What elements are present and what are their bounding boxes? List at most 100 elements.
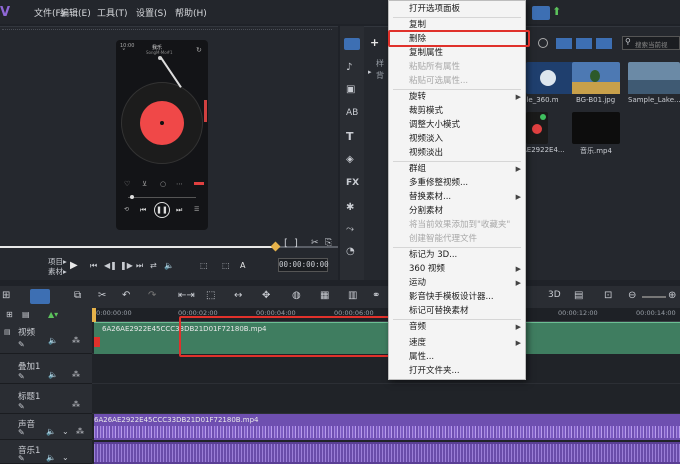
3d-icon[interactable]: 3D (548, 290, 561, 300)
mark-in-icon[interactable]: [ (284, 238, 288, 249)
track-fx-icon[interactable]: ⁂ (76, 427, 84, 436)
menu-item-crop-mode[interactable]: 裁剪模式 (389, 104, 525, 118)
graphics-icon[interactable]: ◈ (346, 154, 354, 165)
title-icon[interactable]: T (346, 130, 354, 143)
track-fx-icon[interactable]: ⁂ (72, 400, 80, 409)
menu-edit[interactable]: 编辑(E) (60, 6, 91, 19)
go-start-icon[interactable]: ⏮ (90, 261, 97, 271)
track-mute-icon[interactable]: 🔈 (48, 336, 58, 345)
crop-icon[interactable]: ⬚ (206, 290, 215, 301)
clip-mode-label[interactable]: 素材▸ (48, 266, 67, 277)
menu-item-split-clip[interactable]: 分割素材 (389, 204, 525, 218)
subtitle-icon[interactable]: ▤ (574, 290, 583, 301)
undo-icon[interactable]: ↶ (122, 290, 130, 301)
track-overlay[interactable] (92, 354, 680, 384)
menu-item-fade-out[interactable]: 视频淡出 (389, 146, 525, 160)
move-icon[interactable]: ✥ (262, 290, 270, 301)
menu-item-360-video[interactable]: 360 视频 (389, 262, 525, 276)
track-title[interactable] (92, 384, 680, 414)
tree-expand-icon[interactable]: ▸ (368, 68, 372, 76)
menu-settings[interactable]: 设置(S) (136, 6, 167, 19)
go-end-icon[interactable]: ⏭ (136, 261, 143, 271)
thumb-music-mp4[interactable] (572, 112, 620, 144)
split-icon[interactable]: ✂ (311, 238, 319, 248)
show-all-icon[interactable]: ▤ (22, 310, 30, 319)
menu-item-mark-replaceable[interactable]: 标记可替换素材 (389, 304, 525, 318)
zoom-slider[interactable] (642, 296, 666, 298)
mark-out-icon[interactable]: ] (294, 238, 298, 249)
transition-icon[interactable]: AB (346, 108, 358, 118)
ripple-icon[interactable]: ▲▾ (48, 310, 58, 319)
thumb-ae2922[interactable] (526, 112, 548, 144)
menu-item-template-designer[interactable]: 影音快手模板设计器... (389, 290, 525, 304)
track-edit-icon[interactable]: ✎ (18, 454, 25, 463)
fit-project-icon[interactable]: ⊡ (604, 290, 612, 301)
chevron-down-icon[interactable]: ⌄ (62, 453, 69, 462)
timeline-view-button[interactable] (30, 289, 50, 304)
storyboard-view-icon[interactable]: ⊞ (2, 290, 10, 301)
add-folder-icon[interactable]: + (370, 36, 379, 49)
color-icon[interactable]: ◍ (292, 290, 301, 301)
filter-video-button[interactable] (556, 38, 572, 49)
menu-item-copy-attributes[interactable]: 复制属性 (389, 46, 525, 60)
tree-item-samples[interactable]: 样 (376, 58, 384, 69)
chevron-down-icon[interactable]: ⌄ (62, 427, 69, 436)
instant-project-icon[interactable]: ▣ (346, 84, 355, 95)
menu-item-replace-clip[interactable]: 替换素材... (389, 190, 525, 204)
timecode-display[interactable]: 00:00:00:00 (278, 258, 329, 272)
workspace-tab[interactable] (532, 6, 550, 20)
repeat-icon[interactable]: ⇄ (150, 261, 157, 270)
menu-item-group[interactable]: 群组 (389, 162, 525, 176)
menu-item-open-folder[interactable]: 打开文件夹... (389, 364, 525, 378)
track-fx-icon[interactable]: ⁂ (72, 370, 80, 379)
filter-image-button[interactable] (576, 38, 592, 49)
media-icon[interactable] (344, 38, 360, 50)
menu-item-properties[interactable]: 属性... (389, 350, 525, 364)
search-input[interactable]: 搜索当前视 (635, 39, 668, 49)
zoom-in-icon[interactable]: ⊕ (668, 290, 676, 301)
text-tool-icon[interactable]: A (240, 261, 245, 270)
volume-icon[interactable]: 🔈 (164, 261, 174, 270)
track-fx-icon[interactable]: ⁂ (72, 336, 80, 345)
prev-frame-icon[interactable]: ◀❚ (104, 261, 117, 270)
menu-item-multi-trim[interactable]: 多重修整视频... (389, 176, 525, 190)
track-mute-icon[interactable]: 🔈 (48, 370, 58, 379)
clip-icon[interactable]: ⎘ (325, 238, 332, 248)
menu-tools[interactable]: 工具(T) (97, 6, 128, 19)
scrub-bar-played[interactable] (0, 246, 276, 248)
mix-icon[interactable]: ▥ (348, 290, 357, 301)
track-edit-icon[interactable]: ✎ (18, 428, 25, 437)
track-edit-icon[interactable]: ✎ (18, 340, 25, 349)
menu-item-open-options[interactable]: 打开选项面板 (389, 2, 525, 16)
track-manager-icon[interactable]: ⧉ (74, 290, 81, 301)
menu-item-mark-3d[interactable]: 标记为 3D... (389, 248, 525, 262)
aspect-icon[interactable]: ⬚ (200, 261, 208, 270)
motion-icon[interactable]: ⤳ (346, 224, 354, 235)
track-edit-icon[interactable]: ✎ (18, 372, 25, 381)
stretch-icon[interactable]: ↔ (234, 290, 242, 301)
audio-clip[interactable]: 6A26AE2922E45CCC33DB21D01F72180B.mp4 (94, 414, 680, 440)
chain-icon[interactable]: ⚭ (372, 290, 380, 301)
menu-item-motion[interactable]: 运动 (389, 276, 525, 290)
music-note-icon[interactable]: ♪ (346, 62, 352, 73)
search-box[interactable]: ⚲ 搜索当前视 (622, 36, 680, 50)
menu-item-speed[interactable]: 速度 (389, 336, 525, 350)
menu-item-fade-in[interactable]: 视频淡入 (389, 132, 525, 146)
menu-help[interactable]: 帮助(H) (175, 6, 207, 19)
redo-icon[interactable]: ↷ (148, 290, 156, 301)
tree-item-backgrounds[interactable]: 背 (376, 70, 384, 81)
thumb-sample-lake[interactable] (628, 62, 680, 94)
menu-item-rotate[interactable]: 旋转 (389, 90, 525, 104)
upload-arrow-icon[interactable]: ⬆ (552, 5, 561, 18)
play-icon[interactable]: ▶ (70, 260, 78, 271)
menu-item-audio[interactable]: 音频 (389, 320, 525, 334)
add-track-icon[interactable]: ⊞ (6, 310, 13, 319)
music-clip[interactable] (94, 442, 680, 464)
fit-icon[interactable]: ⇤⇥ (178, 290, 195, 301)
track-mute-icon[interactable]: 🔈 (46, 427, 56, 436)
snapshot-icon[interactable]: ⬚ (222, 261, 230, 270)
tools-icon[interactable]: ✂ (98, 290, 106, 301)
filter-audio-button[interactable] (596, 38, 612, 49)
path-icon[interactable]: ✱ (346, 202, 354, 213)
track-mute-icon[interactable]: 🔈 (46, 453, 56, 462)
